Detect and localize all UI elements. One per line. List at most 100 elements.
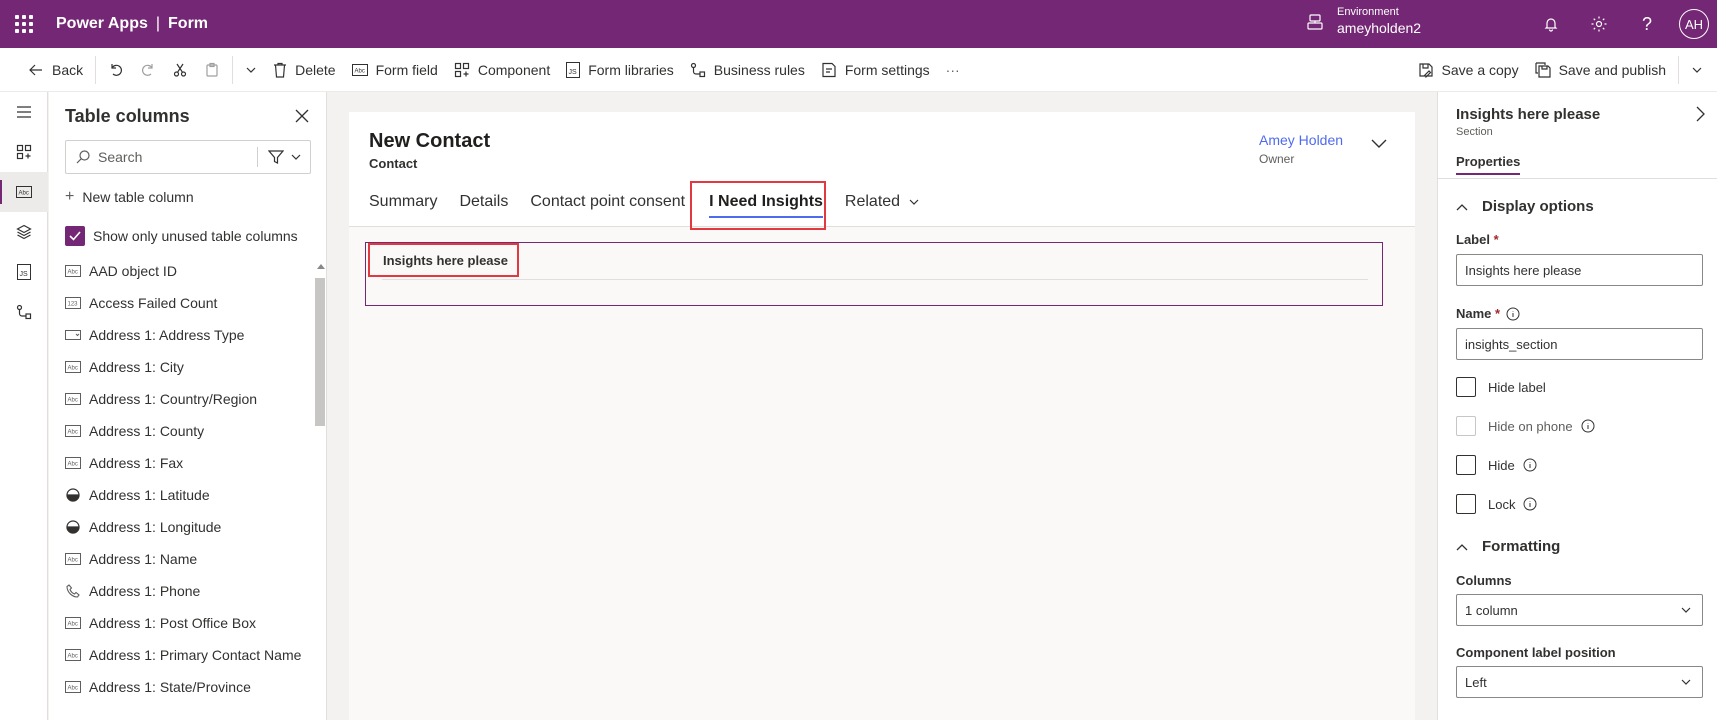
formatting-label: Formatting bbox=[1482, 538, 1561, 555]
table-column-item[interactable]: Abc Address 1: Post Office Box bbox=[65, 607, 311, 639]
owner-label: Owner bbox=[1259, 152, 1295, 166]
table-column-item[interactable]: Abc Address 1: Country/Region bbox=[65, 383, 311, 415]
form-field-label: Form field bbox=[375, 61, 438, 78]
column-list-scrollbar[interactable] bbox=[313, 264, 327, 720]
display-options-header[interactable]: Display options bbox=[1456, 198, 1594, 215]
hide-on-phone-option[interactable]: Hide on phone bbox=[1456, 416, 1595, 436]
header-expand-button[interactable] bbox=[1371, 136, 1387, 152]
form-settings-button[interactable]: Form settings bbox=[813, 48, 938, 92]
columns-select[interactable]: 1 column bbox=[1456, 594, 1703, 626]
rail-components[interactable] bbox=[0, 132, 48, 172]
lock-checkbox[interactable] bbox=[1456, 494, 1476, 514]
table-column-item[interactable]: Abc Address 1: State/Province bbox=[65, 671, 311, 703]
search-icon bbox=[76, 150, 90, 164]
info-icon[interactable] bbox=[1506, 307, 1520, 321]
table-column-label: Address 1: Phone bbox=[89, 583, 201, 599]
tab-contact-point-consent[interactable]: Contact point consent bbox=[530, 184, 685, 220]
lock-text: Lock bbox=[1488, 496, 1516, 512]
rail-table-columns[interactable]: Abc bbox=[0, 172, 48, 212]
label-input[interactable] bbox=[1456, 254, 1703, 286]
checkmark-icon bbox=[69, 231, 81, 241]
hide-label-option[interactable]: Hide label bbox=[1456, 377, 1546, 397]
form-canvas: New Contact Contact Amey Holden Owner Su… bbox=[349, 112, 1415, 720]
settings-button[interactable] bbox=[1575, 0, 1623, 48]
table-column-item[interactable]: Abc Address 1: Primary Contact Name bbox=[65, 639, 311, 671]
table-column-item[interactable]: Address 1: Longitude bbox=[65, 511, 311, 543]
new-table-column-button[interactable]: + New table column bbox=[65, 188, 194, 206]
formatting-header[interactable]: Formatting bbox=[1456, 538, 1560, 555]
tab-properties[interactable]: Properties bbox=[1456, 154, 1521, 175]
name-input[interactable] bbox=[1456, 328, 1703, 360]
help-button[interactable]: ? bbox=[1623, 0, 1671, 48]
component-label-position-select[interactable]: Left bbox=[1456, 666, 1703, 698]
checkbox-checked[interactable] bbox=[65, 226, 85, 246]
hide-label-checkbox[interactable] bbox=[1456, 377, 1476, 397]
collapse-nav-button[interactable] bbox=[0, 92, 48, 132]
table-column-item[interactable]: Abc Address 1: Name bbox=[65, 543, 311, 575]
delete-button[interactable]: Delete bbox=[265, 48, 343, 92]
tab-details[interactable]: Details bbox=[459, 184, 508, 220]
table-column-item[interactable]: Address 1: Address Type bbox=[65, 319, 311, 351]
table-columns-panel: Table columns + New table column Show on… bbox=[49, 92, 327, 720]
cut-button[interactable] bbox=[164, 48, 196, 92]
undo-button[interactable] bbox=[100, 48, 132, 92]
info-icon[interactable] bbox=[1581, 419, 1595, 433]
back-button[interactable]: Back bbox=[20, 48, 91, 92]
text-field-icon: Abc bbox=[351, 63, 368, 76]
search-input[interactable] bbox=[98, 149, 258, 165]
chevron-right-icon bbox=[1696, 106, 1705, 122]
info-icon[interactable] bbox=[1523, 497, 1537, 511]
app-name[interactable]: Power Apps bbox=[56, 15, 148, 33]
user-avatar[interactable]: AH bbox=[1679, 9, 1709, 39]
undo-icon bbox=[111, 63, 123, 76]
scroll-thumb[interactable] bbox=[315, 278, 325, 426]
table-column-item[interactable]: Abc Address 1: County bbox=[65, 415, 311, 447]
plus-icon: + bbox=[65, 188, 75, 205]
info-icon[interactable] bbox=[1523, 458, 1537, 472]
section-highlight-box bbox=[368, 243, 519, 277]
form-field-button[interactable]: Abc Form field bbox=[344, 48, 446, 92]
hide-option[interactable]: Hide bbox=[1456, 455, 1537, 475]
app-launcher-button[interactable] bbox=[0, 0, 48, 48]
rail-business-rules[interactable] bbox=[0, 292, 48, 332]
rail-tree-view[interactable] bbox=[0, 212, 48, 252]
collapse-properties-button[interactable] bbox=[1695, 106, 1705, 125]
display-options-label: Display options bbox=[1482, 198, 1594, 215]
save-options-dropdown[interactable] bbox=[1683, 48, 1717, 92]
panel-title: Table columns bbox=[65, 106, 190, 126]
environment-picker[interactable]: Environment ameyholden2 bbox=[1305, 6, 1421, 37]
close-panel-button[interactable] bbox=[292, 106, 312, 126]
flow-icon bbox=[690, 62, 705, 77]
owner-name[interactable]: Amey Holden bbox=[1259, 132, 1343, 148]
table-column-item[interactable]: Address 1: Latitude bbox=[65, 479, 311, 511]
table-column-label: Address 1: Latitude bbox=[89, 487, 210, 503]
tab-highlight-box bbox=[690, 181, 826, 230]
save-copy-button[interactable]: Save a copy bbox=[1410, 48, 1527, 92]
paste-button[interactable] bbox=[196, 48, 228, 92]
table-column-item[interactable]: Abc AAD object ID bbox=[65, 255, 311, 287]
hide-on-phone-checkbox[interactable] bbox=[1456, 416, 1476, 436]
save-publish-button[interactable]: Save and publish bbox=[1527, 48, 1674, 92]
tab-summary[interactable]: Summary bbox=[369, 184, 437, 220]
table-column-item[interactable]: 123 Access Failed Count bbox=[65, 287, 311, 319]
save-publish-icon bbox=[1534, 62, 1551, 78]
rail-form-libraries[interactable]: JS bbox=[0, 252, 48, 292]
table-column-item[interactable]: Address 1: Phone bbox=[65, 575, 311, 607]
redo-button[interactable] bbox=[132, 48, 164, 92]
chevron-down-icon bbox=[246, 67, 256, 73]
hide-checkbox[interactable] bbox=[1456, 455, 1476, 475]
owner-field[interactable]: Amey Holden Owner bbox=[1259, 132, 1343, 166]
more-commands-button[interactable]: ··· bbox=[938, 48, 968, 92]
lock-option[interactable]: Lock bbox=[1456, 494, 1537, 514]
notifications-button[interactable] bbox=[1527, 0, 1575, 48]
table-column-item[interactable]: Abc Address 1: Fax bbox=[65, 447, 311, 479]
filter-button[interactable] bbox=[257, 147, 302, 167]
business-rules-button[interactable]: Business rules bbox=[682, 48, 813, 92]
table-column-item[interactable]: Abc Address 1: City bbox=[65, 351, 311, 383]
form-libraries-button[interactable]: JS Form libraries bbox=[558, 48, 682, 92]
more-undo-dropdown[interactable] bbox=[237, 48, 265, 92]
tab-related[interactable]: Related bbox=[845, 184, 920, 220]
show-unused-toggle[interactable]: Show only unused table columns bbox=[65, 226, 298, 246]
component-button[interactable]: Component bbox=[446, 48, 558, 92]
scroll-up-arrow[interactable] bbox=[317, 264, 325, 269]
